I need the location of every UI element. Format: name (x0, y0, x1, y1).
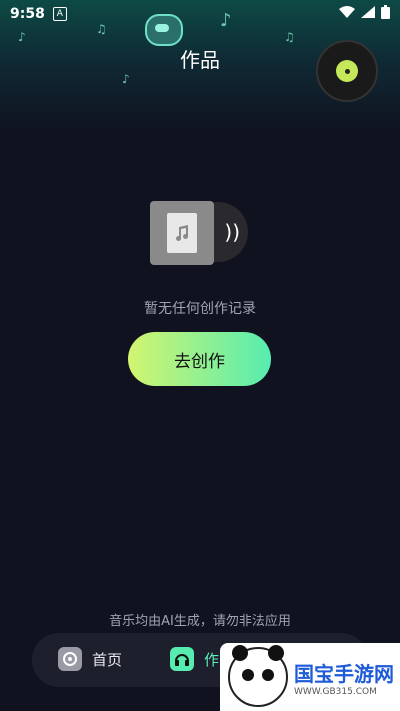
status-time: 9:58 (10, 6, 45, 22)
ai-disclaimer: 音乐均由AI生成，请勿非法应用 (109, 614, 291, 629)
empty-state-message: 暂无任何创作记录 (144, 301, 256, 317)
music-note-icon: ♫ (284, 30, 295, 44)
watermark-title: 国宝手游网 (294, 661, 394, 686)
empty-state-illustration: )) (150, 198, 250, 270)
watermark-url: WWW.GB315.COM (294, 686, 377, 697)
headphones-icon (170, 647, 194, 671)
music-note-icon: ♪ (122, 72, 130, 86)
wifi-icon (339, 6, 355, 22)
music-disc-icon (58, 647, 82, 671)
music-note-icon: ♪ (18, 30, 26, 44)
panda-logo-icon (228, 645, 288, 707)
nav-item-label: 首页 (92, 650, 123, 669)
nav-item-label: 作 (204, 650, 220, 669)
notification-icon: A (52, 7, 67, 21)
status-bar: 9:58 A (0, 0, 400, 28)
music-file-icon (150, 201, 214, 265)
nav-item-works[interactable]: 作 (170, 647, 219, 671)
go-create-button[interactable]: 去创作 (128, 332, 271, 386)
watermark-overlay: 国宝手游网 WWW.GB315.COM (220, 643, 400, 711)
page-title: 作品 (180, 48, 220, 72)
signal-icon (361, 6, 375, 22)
nav-item-home[interactable]: 首页 (58, 647, 122, 671)
battery-icon (381, 5, 390, 23)
